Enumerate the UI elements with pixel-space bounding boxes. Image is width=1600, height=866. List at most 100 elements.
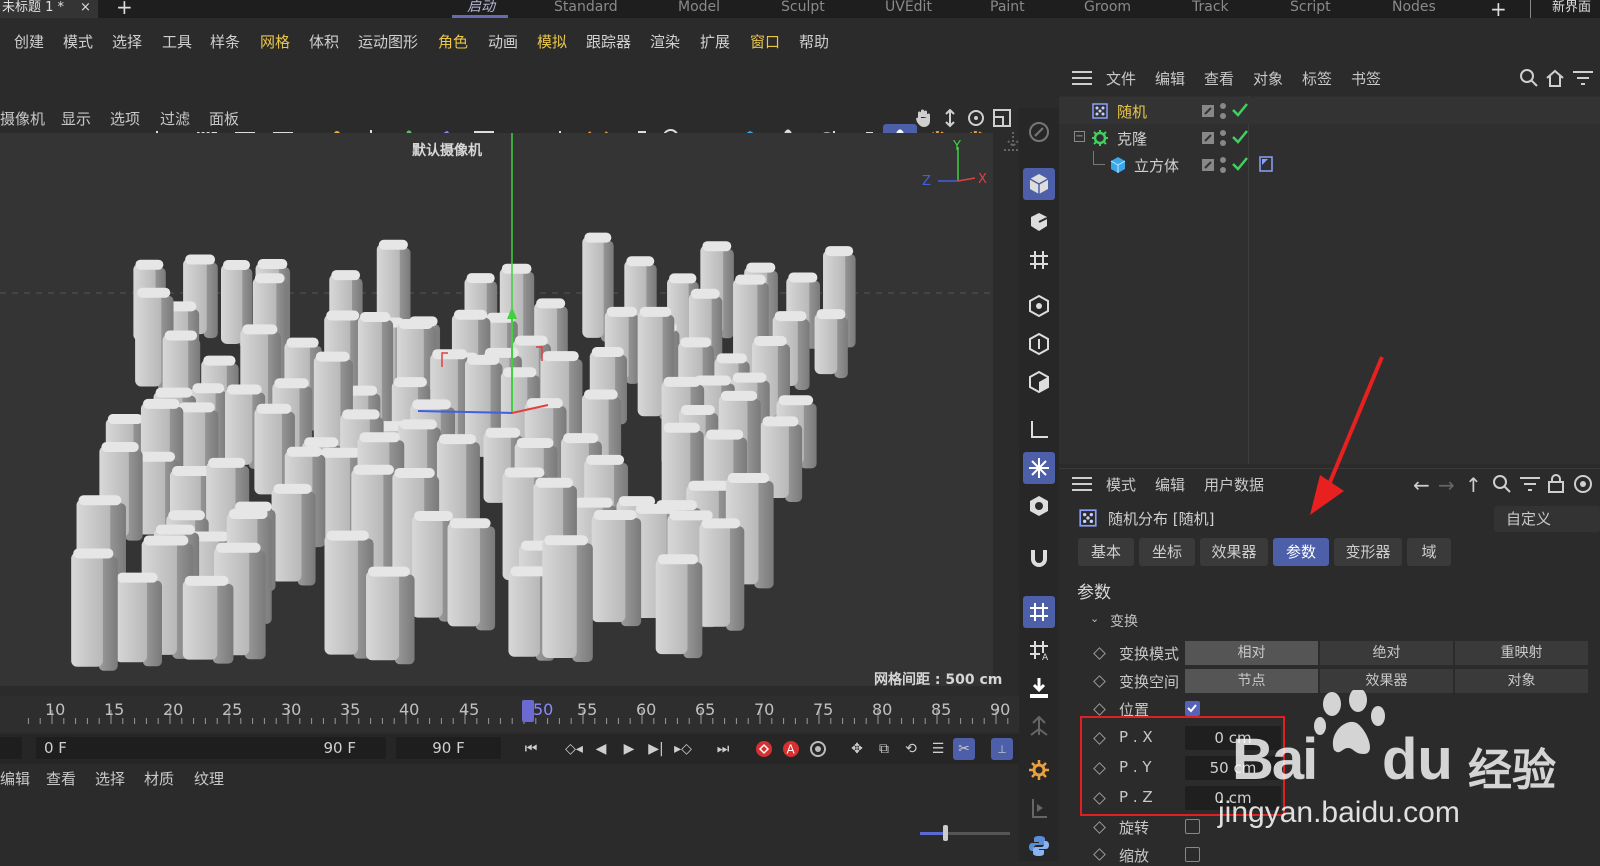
- menu-select[interactable]: 选择: [112, 32, 142, 52]
- layout-tab-model[interactable]: Model: [678, 0, 720, 18]
- layout-tab-uvedit[interactable]: UVEdit: [885, 0, 932, 18]
- object-mode-button[interactable]: [1023, 206, 1055, 238]
- texture-mode-button[interactable]: [1023, 244, 1055, 276]
- vp-menu-display[interactable]: 显示: [61, 108, 91, 129]
- am-menu-edit[interactable]: 编辑: [1155, 474, 1185, 495]
- menu-render[interactable]: 渲染: [650, 32, 680, 52]
- mat-menu-view[interactable]: 查看: [46, 768, 76, 789]
- menu-mode[interactable]: 模式: [63, 32, 93, 52]
- edges-mode-button[interactable]: [1023, 328, 1055, 360]
- menu-character[interactable]: 角色: [438, 32, 468, 52]
- tab-field[interactable]: 域: [1407, 538, 1451, 566]
- menu-mograph[interactable]: 运动图形: [358, 32, 418, 52]
- 3d-viewport[interactable]: Y Z X: [0, 133, 993, 686]
- grid-snap-button[interactable]: [1023, 596, 1055, 628]
- om-menu-tags[interactable]: 标签: [1302, 68, 1332, 89]
- add-layout-button[interactable]: +: [1490, 0, 1507, 21]
- layout-tab-paint[interactable]: Paint: [990, 0, 1025, 18]
- transform-mode-remap[interactable]: 重映射: [1455, 641, 1588, 665]
- menu-tracker[interactable]: 跟踪器: [586, 32, 631, 52]
- menu-animate[interactable]: 动画: [488, 32, 518, 52]
- goto-start-icon[interactable]: ⏮: [520, 738, 542, 760]
- mat-menu-select[interactable]: 选择: [95, 768, 125, 789]
- tab-deformer[interactable]: 变形器: [1334, 538, 1402, 566]
- enabled-check-icon[interactable]: [1231, 156, 1249, 176]
- prev-key-icon[interactable]: ◇◂: [563, 738, 585, 760]
- group-title-transform[interactable]: 变换: [1110, 611, 1138, 631]
- om-menu-view[interactable]: 查看: [1204, 68, 1234, 89]
- keyframe-settings-icon[interactable]: [807, 738, 829, 760]
- menu-tools[interactable]: 工具: [162, 32, 192, 52]
- menu-window[interactable]: 窗口: [750, 32, 780, 52]
- solo-mode-button[interactable]: [1023, 490, 1055, 522]
- mat-menu-material[interactable]: 材质: [144, 768, 174, 789]
- timeline-ruler[interactable]: [0, 696, 1019, 732]
- next-frame-icon[interactable]: ▶|: [645, 738, 667, 760]
- tab-parameter[interactable]: 参数: [1273, 538, 1329, 566]
- pan-hand-icon[interactable]: [913, 108, 933, 128]
- om-menu-file[interactable]: 文件: [1106, 68, 1136, 89]
- layout-tab-nodes[interactable]: Nodes: [1392, 0, 1436, 18]
- python-button[interactable]: [1023, 830, 1055, 862]
- lock-icon[interactable]: [1547, 473, 1565, 497]
- custom-dropdown[interactable]: 自定义: [1494, 506, 1600, 532]
- tag-icon[interactable]: [1259, 156, 1273, 176]
- workplane-button[interactable]: [1023, 792, 1055, 824]
- max-frame-field[interactable]: 90 F: [396, 737, 501, 759]
- search-icon[interactable]: [1492, 474, 1512, 498]
- vp-menu-camera[interactable]: 摄像机: [0, 108, 45, 129]
- mat-menu-edit[interactable]: 编辑: [0, 768, 30, 789]
- axis-lock-button[interactable]: [1023, 710, 1055, 742]
- filter-icon[interactable]: [1572, 70, 1594, 90]
- am-menu-userdata[interactable]: 用户数据: [1204, 474, 1264, 495]
- visibility-dots-icon[interactable]: [1219, 128, 1227, 152]
- tab-basic[interactable]: 基本: [1078, 538, 1134, 566]
- polygons-mode-button[interactable]: [1023, 366, 1055, 398]
- magnet-button[interactable]: [1023, 542, 1055, 574]
- record-icon[interactable]: [753, 738, 775, 760]
- orbit-icon[interactable]: [966, 108, 986, 128]
- om-menu-edit[interactable]: 编辑: [1155, 68, 1185, 89]
- key-scale-icon[interactable]: ⧉: [873, 738, 895, 760]
- layout-tab-script[interactable]: Script: [1290, 0, 1331, 18]
- goto-end-icon[interactable]: ⏭: [712, 738, 734, 760]
- scale-checkbox[interactable]: [1185, 847, 1200, 862]
- key-param-icon[interactable]: ☰: [927, 738, 949, 760]
- new-tab-button[interactable]: +: [116, 0, 133, 17]
- next-key-icon[interactable]: ▸◇: [672, 738, 694, 760]
- tweak-mode-button[interactable]: [1023, 452, 1055, 484]
- visibility-dots-icon[interactable]: [1219, 155, 1227, 179]
- tab-coord[interactable]: 坐标: [1139, 538, 1195, 566]
- points-mode-button[interactable]: [1023, 290, 1055, 322]
- vp-menu-panel[interactable]: 面板: [209, 108, 239, 129]
- key-position-icon[interactable]: ✥: [846, 738, 868, 760]
- viewport-camera-label[interactable]: 默认摄像机: [412, 140, 482, 160]
- quantize-button[interactable]: A: [1023, 634, 1055, 666]
- zoom-slider-handle[interactable]: [943, 825, 948, 841]
- axis-mode-button[interactable]: [1023, 414, 1055, 446]
- object-row-random[interactable]: 随机: [1059, 97, 1600, 124]
- prev-frame-icon[interactable]: ◀: [590, 738, 612, 760]
- rotation-checkbox[interactable]: [1185, 819, 1200, 834]
- back-arrow-icon[interactable]: ←: [1413, 473, 1430, 497]
- visibility-dots-icon[interactable]: [1219, 101, 1227, 125]
- material-area[interactable]: [0, 790, 1019, 861]
- settings-button[interactable]: [1023, 754, 1055, 786]
- maximize-view-icon[interactable]: [992, 108, 1012, 128]
- hamburger-icon[interactable]: [1071, 70, 1093, 86]
- menu-volume[interactable]: 体积: [309, 32, 339, 52]
- frame-range-slider[interactable]: 0 F 90 F: [36, 737, 386, 759]
- menu-simulate[interactable]: 模拟: [537, 32, 567, 52]
- edit-toggle-icon[interactable]: [1201, 158, 1215, 176]
- current-frame-field[interactable]: [0, 737, 22, 759]
- search-icon[interactable]: [1519, 68, 1539, 92]
- key-rotation-icon[interactable]: ⟲: [900, 738, 922, 760]
- layout-tab-groom[interactable]: Groom: [1084, 0, 1131, 18]
- enabled-check-icon[interactable]: [1231, 102, 1249, 122]
- object-row-cube[interactable]: 立方体: [1059, 151, 1600, 178]
- menu-extensions[interactable]: 扩展: [700, 32, 730, 52]
- floor-button[interactable]: [1023, 672, 1055, 704]
- menu-spline[interactable]: 样条: [210, 32, 240, 52]
- hamburger-icon[interactable]: [1071, 476, 1093, 492]
- object-row-cloner[interactable]: − 克隆: [1059, 124, 1600, 151]
